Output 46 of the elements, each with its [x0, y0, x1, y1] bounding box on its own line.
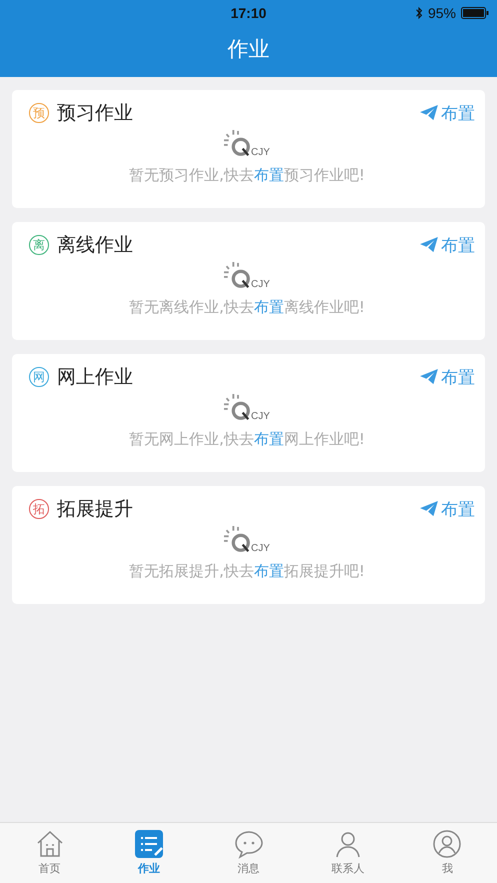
- chat-bubble-icon: [234, 829, 264, 859]
- logo-mark-icon: [224, 526, 252, 554]
- card-title: 预习作业: [57, 101, 134, 126]
- tab-item[interactable]: 消息: [198, 823, 298, 883]
- assign-button[interactable]: 布置: [420, 498, 475, 520]
- logo: CJY: [224, 262, 270, 290]
- empty-message: 暂无拓展提升,快去布置拓展提升吧!: [129, 562, 365, 581]
- assign-link[interactable]: 布置: [254, 298, 284, 316]
- assign-button[interactable]: 布置: [420, 366, 475, 388]
- user-circle-icon: [432, 829, 462, 859]
- paper-plane-icon: [420, 237, 438, 253]
- card-title: 网上作业: [57, 365, 134, 390]
- tab-item[interactable]: 作业: [99, 823, 199, 883]
- assign-link[interactable]: 布置: [254, 430, 284, 448]
- home-icon: [34, 829, 65, 859]
- list-pen-icon: [134, 829, 164, 859]
- tab-item[interactable]: 首页: [0, 823, 100, 883]
- assign-button[interactable]: 布置: [420, 234, 475, 256]
- paper-plane-icon: [420, 501, 438, 517]
- logo: CJY: [224, 130, 270, 158]
- battery-percent: 95%: [428, 5, 456, 21]
- paper-plane-icon: [420, 105, 438, 121]
- page-title: 作业: [228, 36, 270, 63]
- tab-item[interactable]: 我: [398, 823, 497, 883]
- assign-link[interactable]: 布置: [254, 562, 284, 580]
- battery-icon: [461, 7, 489, 19]
- empty-message: 暂无网上作业,快去布置网上作业吧!: [129, 430, 365, 449]
- category-badge: 拓: [29, 499, 49, 519]
- status-time: 17:10: [230, 5, 266, 21]
- empty-message: 暂无预习作业,快去布置预习作业吧!: [129, 166, 365, 185]
- logo: CJY: [224, 394, 270, 422]
- bluetooth-icon: [414, 6, 423, 20]
- logo-mark-icon: [224, 262, 252, 290]
- category-badge: 离: [29, 235, 49, 255]
- logo-mark-icon: [224, 394, 252, 422]
- card-title: 拓展提升: [57, 497, 134, 522]
- logo: CJY: [224, 526, 270, 554]
- assign-link[interactable]: 布置: [254, 166, 284, 184]
- logo-mark-icon: [224, 130, 252, 158]
- empty-message: 暂无离线作业,快去布置离线作业吧!: [129, 298, 365, 317]
- card-title: 离线作业: [57, 233, 134, 258]
- assign-button[interactable]: 布置: [420, 102, 475, 124]
- tab-item[interactable]: 联系人: [298, 823, 398, 883]
- category-badge: 预: [29, 103, 49, 123]
- paper-plane-icon: [420, 369, 438, 385]
- category-badge: 网: [29, 367, 49, 387]
